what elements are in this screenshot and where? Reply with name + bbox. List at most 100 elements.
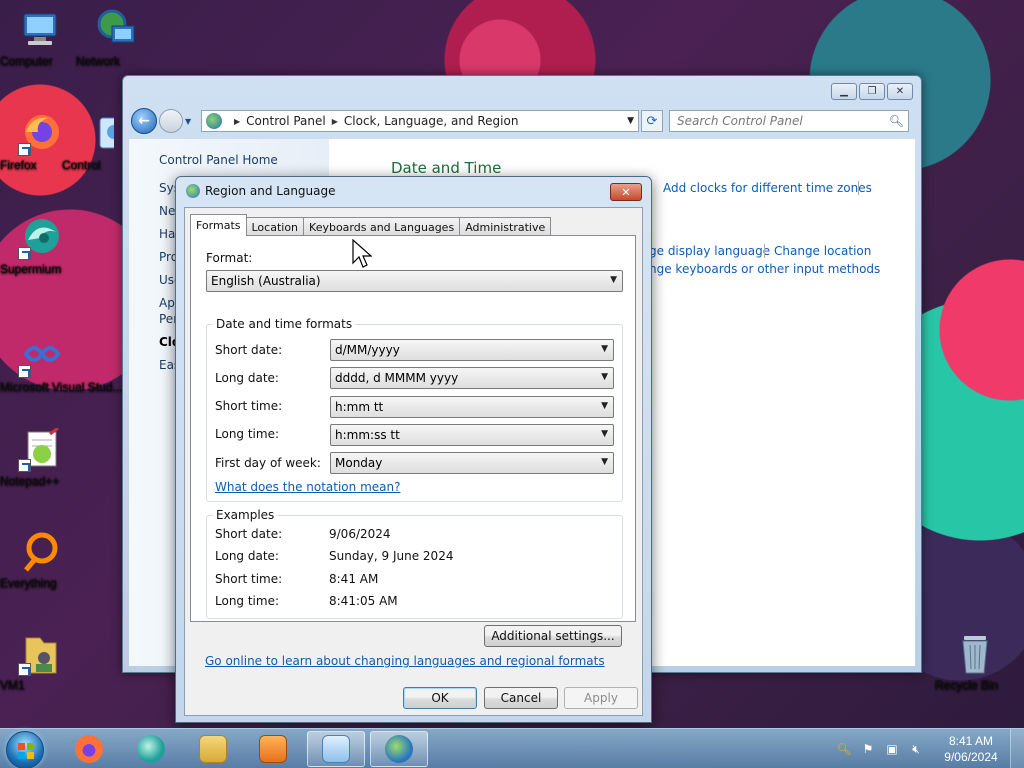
show-desktop-button[interactable] (1010, 729, 1024, 768)
online-help-link[interactable]: Go online to learn about changing langua… (205, 654, 605, 668)
firefox-icon (18, 112, 62, 156)
desktop-icon-computer[interactable]: Computer (0, 8, 80, 68)
chevron-down-icon: ▼ (601, 457, 608, 467)
taskbar-explorer[interactable] (184, 731, 242, 767)
ok-button[interactable]: OK (403, 687, 477, 709)
system-tray: 🔍︎ ⚑ ▣ 🔇︎ 8:41 AM 9/06/2024 (836, 729, 1024, 768)
control-panel-icon (70, 112, 131, 156)
long-time-select[interactable]: h:mm:ss tt ▼ (330, 424, 614, 446)
long-date-select[interactable]: dddd, d MMMM yyyy ▼ (330, 367, 614, 389)
desktop-icon-label: Network (76, 54, 121, 68)
taskbar-media-player[interactable] (244, 731, 302, 767)
folder-icon (199, 735, 227, 763)
firefox-icon (75, 735, 103, 763)
breadcrumb-clock-language-region[interactable]: Clock, Language, and Region (344, 114, 519, 128)
add-clocks-link[interactable]: Add clocks for different time zones (663, 181, 872, 195)
change-display-language-link[interactable]: ge display language (649, 244, 770, 258)
desktop-icon-label: VM1 (0, 678, 25, 692)
change-keyboards-link[interactable]: nge keyboards or other input methods (649, 262, 880, 276)
apply-button[interactable]: Apply (564, 687, 638, 709)
address-bar[interactable]: ▶ Control Panel ▶ Clock, Language, and R… (201, 110, 639, 132)
close-window-button[interactable]: ✕ (887, 83, 913, 100)
system-clock[interactable]: 8:41 AM 9/06/2024 (932, 733, 1010, 765)
back-button[interactable]: ← (131, 108, 157, 134)
refresh-button[interactable]: ⟳ (641, 110, 663, 132)
example-long-date-value: Sunday, 9 June 2024 (329, 549, 454, 563)
restore-icon: ❐ (867, 86, 877, 97)
shortcut-arrow-icon (18, 459, 31, 472)
notation-help-link[interactable]: What does the notation mean? (215, 480, 400, 494)
desktop-icon-supermium[interactable]: Supermium (0, 216, 80, 276)
link-separator (764, 244, 765, 258)
minimize-button[interactable]: ▁ (831, 83, 857, 100)
taskbar-supermium[interactable] (122, 731, 180, 767)
desktop-icon-visual-studio[interactable]: Microsoft Visual Stud... (0, 334, 123, 394)
format-select[interactable]: English (Australia) ▼ (206, 270, 623, 292)
chevron-down-icon: ▼ (601, 344, 608, 354)
short-time-select[interactable]: h:mm tt ▼ (330, 396, 614, 418)
start-button[interactable] (6, 731, 44, 768)
long-time-label: Long time: (215, 427, 280, 441)
recent-pages-dropdown[interactable]: ▼ (185, 117, 195, 126)
desktop-icon-notepadpp[interactable]: Notepad++ (0, 426, 80, 488)
control-panel-home-link[interactable]: Control Panel Home (159, 153, 329, 167)
desktop-icon-network[interactable]: Network (76, 8, 156, 68)
chevron-down-icon: ▼ (185, 116, 192, 126)
supermium-icon (137, 735, 165, 763)
long-time-value: h:mm:ss tt (335, 428, 400, 442)
taskbar-region-language[interactable] (370, 731, 428, 767)
change-location-link[interactable]: Change location (774, 244, 871, 258)
tab-administrative[interactable]: Administrative (459, 217, 552, 236)
taskbar-control-panel[interactable] (307, 731, 365, 767)
desktop-icon-recycle-bin[interactable]: Recycle Bin (935, 632, 1015, 692)
additional-settings-button[interactable]: Additional settings... (484, 625, 622, 647)
region-globe-icon (385, 735, 413, 763)
chevron-down-icon: ▼ (610, 275, 617, 285)
chevron-right-icon: ▶ (234, 116, 241, 126)
tab-formats[interactable]: Formats (190, 214, 247, 236)
cancel-button[interactable]: Cancel (484, 687, 558, 709)
first-day-of-week-select[interactable]: Monday ▼ (330, 452, 614, 474)
desktop-icon-label: Supermium (0, 262, 62, 276)
desktop-icon-label: Microsoft Visual Stud... (0, 380, 123, 394)
example-short-date-label: Short date: (215, 527, 283, 541)
tab-strip: Formats Location Keyboards and Languages… (190, 214, 552, 236)
everything-icon (18, 530, 62, 574)
desktop-icon-everything[interactable]: Everything (0, 530, 80, 590)
action-center-flag-icon[interactable]: ⚑ (860, 741, 876, 757)
group-title: Examples (213, 508, 278, 522)
first-day-of-week-label: First day of week: (215, 456, 321, 470)
network-icon (94, 8, 138, 52)
forward-button[interactable] (159, 109, 183, 133)
tab-location[interactable]: Location (245, 217, 305, 236)
folder-icon (18, 632, 62, 676)
computer-icon (18, 8, 62, 52)
breadcrumb-control-panel[interactable]: Control Panel (246, 114, 326, 128)
search-icon: 🔍︎ (888, 114, 904, 128)
window-caption-buttons: ▁ ❐ ✕ (831, 83, 913, 100)
short-date-value: d/MM/yyyy (335, 343, 400, 357)
clock-date: 9/06/2024 (944, 750, 998, 764)
desktop-icon-vm1[interactable]: VM1 (0, 632, 80, 692)
group-title: Date and time formats (213, 317, 356, 331)
search-input[interactable]: Search Control Panel 🔍︎ (669, 110, 909, 132)
chevron-down-icon: ▼ (627, 116, 634, 126)
example-short-time-value: 8:41 AM (329, 572, 379, 586)
search-tray-icon[interactable]: 🔍︎ (836, 741, 852, 757)
restore-button[interactable]: ❐ (859, 83, 885, 100)
taskbar-firefox[interactable] (60, 731, 118, 767)
region-language-dialog: Region and Language ✕ Formats Location K… (175, 176, 652, 723)
tab-keyboards-and-languages[interactable]: Keyboards and Languages (303, 217, 461, 236)
volume-muted-icon[interactable]: 🔇︎ (908, 741, 924, 757)
example-long-time-label: Long time: (215, 594, 280, 608)
dialog-close-button[interactable]: ✕ (610, 183, 642, 201)
notepadpp-icon (18, 426, 62, 472)
network-tray-icon[interactable]: ▣ (884, 741, 900, 757)
first-day-of-week-value: Monday (335, 456, 383, 470)
date-and-time-heading[interactable]: Date and Time (391, 159, 501, 177)
short-date-select[interactable]: d/MM/yyyy ▼ (330, 339, 614, 361)
desktop-icon-label: Everything (0, 576, 57, 590)
shortcut-arrow-icon (18, 143, 31, 156)
example-short-date-value: 9/06/2024 (329, 527, 391, 541)
desktop-icon-control[interactable]: Control (62, 112, 131, 172)
